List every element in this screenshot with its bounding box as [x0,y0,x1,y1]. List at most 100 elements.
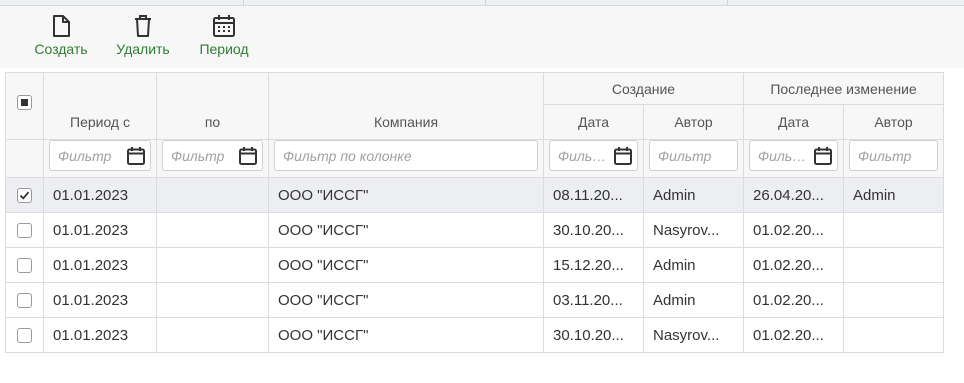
cell-changed-date: 01.02.20... [743,317,844,353]
tab-divider [485,0,486,5]
cell-created-date: 30.10.20... [543,212,644,248]
cell-period-to [156,212,269,248]
calendar-icon[interactable] [613,146,633,166]
table-body: 01.01.2023 ООО "ИССГ" 08.11.20... Admin … [5,177,944,353]
group-header-creation: Создание [543,72,744,105]
calendar-icon[interactable] [238,146,258,166]
table-row[interactable]: 01.01.2023 ООО "ИССГ" 30.10.20... Nasyro… [5,212,944,248]
row-checkbox[interactable] [17,188,32,204]
period-button[interactable]: Период [194,14,254,64]
row-select-cell [5,177,44,213]
cell-period-to [156,317,269,353]
delete-button[interactable]: Удалить [111,14,175,64]
cell-created-date: 30.10.20... [543,317,644,353]
cell-changed-author [843,247,944,283]
filter-cell-created-author: Фильтр [643,139,744,178]
cell-created-author: Admin [643,177,744,213]
cell-changed-date: 26.04.20... [743,177,844,213]
column-header-created-author[interactable]: Автор [643,104,744,140]
row-checkbox[interactable] [17,258,32,274]
checkmark-icon [19,191,30,200]
cell-company: ООО "ИССГ" [268,282,544,318]
table-row[interactable]: 01.01.2023 ООО "ИССГ" 03.11.20... Admin … [5,282,944,318]
filter-placeholder: Фильтр [758,147,809,164]
cell-changed-date: 01.02.20... [743,282,844,318]
column-header-changed-author[interactable]: Автор [843,104,944,140]
filter-placeholder: Фильтр [658,147,712,164]
cell-period-from: 01.01.2023 [43,317,157,353]
cell-changed-author [843,282,944,318]
row-checkbox[interactable] [17,293,32,309]
calendar-icon[interactable] [126,146,146,166]
cell-created-date: 15.12.20... [543,247,644,283]
column-header-period-to[interactable]: по [156,72,269,140]
trash-icon [135,15,151,37]
periods-table: Период с по Компания Создание Последнее … [5,72,944,353]
cell-period-to [156,282,269,318]
filter-cell-period-from: Фильтр [43,139,157,178]
cell-company: ООО "ИССГ" [268,247,544,283]
cell-company: ООО "ИССГ" [268,317,544,353]
cell-changed-author [843,212,944,248]
cell-changed-author: Admin [843,177,944,213]
filter-placeholder: Фильтр [58,147,112,164]
period-to-filter-input[interactable]: Фильтр [162,140,263,171]
cell-created-author: Admin [643,282,744,318]
select-all-checkbox[interactable] [17,94,32,110]
row-checkbox[interactable] [17,223,32,239]
group-header-last-change: Последнее изменение [743,72,944,105]
period-label: Период [199,41,249,57]
select-all-header [5,72,44,140]
cell-created-author: Nasyrov... [643,317,744,353]
cell-created-author: Nasyrov... [643,212,744,248]
cell-period-from: 01.01.2023 [43,212,157,248]
cell-company: ООО "ИССГ" [268,212,544,248]
created-author-filter-input[interactable]: Фильтр [649,140,738,171]
filter-placeholder: Фильтр [858,147,912,164]
cell-period-from: 01.01.2023 [43,282,157,318]
cell-changed-date: 01.02.20... [743,212,844,248]
filter-cell-select [5,139,44,178]
filter-placeholder: Фильтр [171,147,225,164]
created-date-filter-input[interactable]: Фильтр [549,140,638,171]
column-header-period-from[interactable]: Период с [43,72,157,140]
column-header-changed-date[interactable]: Дата [743,104,844,140]
filter-placeholder: Фильтр по колонке [283,147,412,164]
filter-cell-company: Фильтр по колонке [268,139,544,178]
cell-changed-date: 01.02.20... [743,247,844,283]
tab-divider [243,0,244,5]
cell-created-author: Admin [643,247,744,283]
create-label: Создать [34,41,88,57]
row-select-cell [5,212,44,248]
period-from-filter-input[interactable]: Фильтр [49,140,151,171]
cell-period-to [156,247,269,283]
calendar-icon [213,15,235,37]
company-filter-input[interactable]: Фильтр по колонке [274,140,538,171]
calendar-icon[interactable] [813,146,833,166]
toolbar: Создать Удалить Период [0,6,964,68]
filter-cell-changed-author: Фильтр [843,139,944,178]
cell-period-from: 01.01.2023 [43,247,157,283]
row-checkbox[interactable] [17,328,32,344]
column-header-created-date[interactable]: Дата [543,104,644,140]
cell-created-date: 03.11.20... [543,282,644,318]
row-select-cell [5,247,44,283]
filter-placeholder: Фильтр [558,147,609,164]
document-icon [53,15,70,37]
delete-label: Удалить [116,41,170,57]
changed-date-filter-input[interactable]: Фильтр [749,140,838,171]
column-header-company[interactable]: Компания [268,72,544,140]
cell-changed-author [843,317,944,353]
tab-divider [727,0,728,5]
table-row[interactable]: 01.01.2023 ООО "ИССГ" 30.10.20... Nasyro… [5,317,944,353]
table-row[interactable]: 01.01.2023 ООО "ИССГ" 15.12.20... Admin … [5,247,944,283]
cell-period-to [156,177,269,213]
cell-period-from: 01.01.2023 [43,177,157,213]
filter-cell-created-date: Фильтр [543,139,644,178]
table-row[interactable]: 01.01.2023 ООО "ИССГ" 08.11.20... Admin … [5,177,944,213]
create-button[interactable]: Создать [31,14,91,64]
filter-cell-changed-date: Фильтр [743,139,844,178]
filter-cell-period-to: Фильтр [156,139,269,178]
cell-company: ООО "ИССГ" [268,177,544,213]
changed-author-filter-input[interactable]: Фильтр [849,140,938,171]
